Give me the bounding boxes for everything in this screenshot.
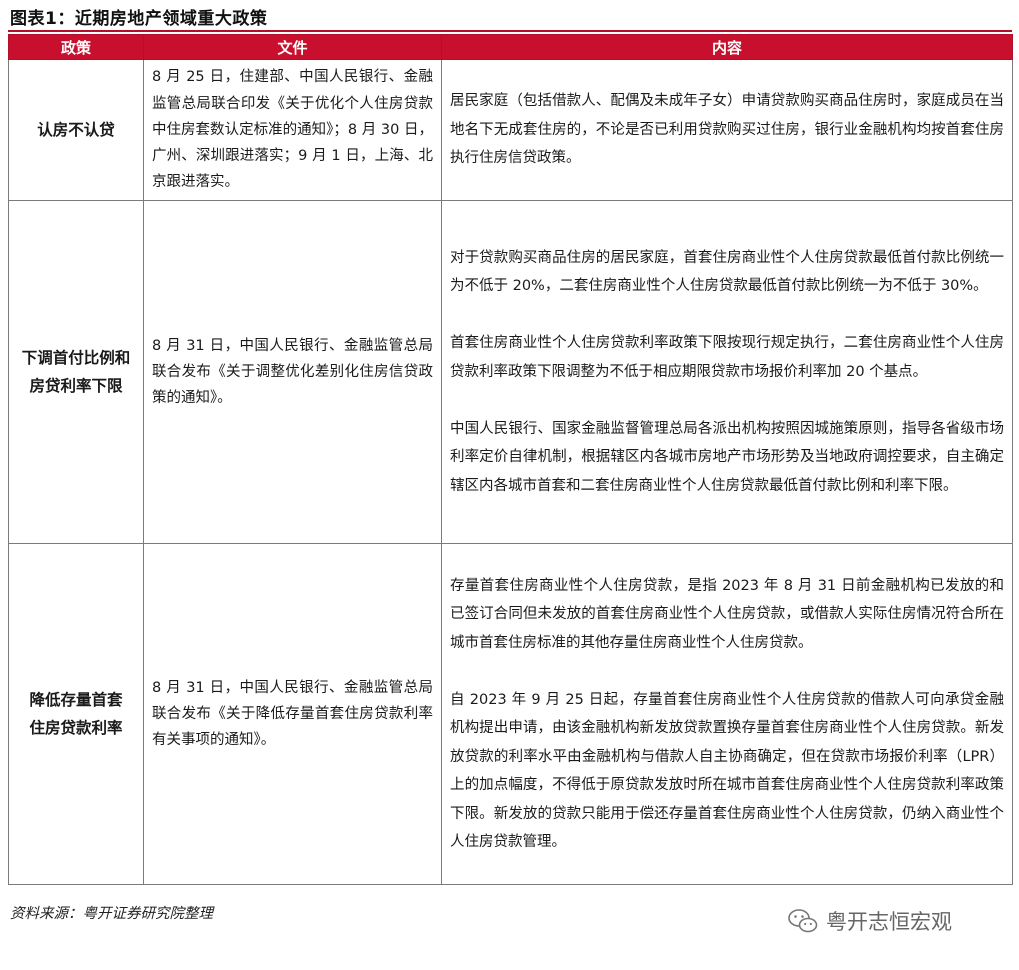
table-row: 下调首付比例和房贷利率下限 8 月 31 日，中国人民银行、金融监管总局联合发布…	[8, 200, 1013, 544]
policy-label: 下调首付比例和房贷利率下限	[21, 349, 131, 395]
header-document: 文件	[143, 34, 442, 60]
watermark: 粤开志恒宏观	[788, 906, 952, 936]
document-cell: 8 月 31 日，中国人民银行、金融监管总局联合发布《关于降低存量首套住房贷款利…	[143, 543, 442, 885]
content-paragraph: 对于贷款购买商品住房的居民家庭，首套住房商业性个人住房贷款最低首付款比例统一为不…	[450, 249, 1004, 295]
policy-cell: 降低存量首套住房贷款利率	[8, 543, 144, 885]
content-paragraph: 存量首套住房商业性个人住房贷款，是指 2023 年 8 月 31 日前金融机构已…	[450, 577, 1004, 651]
content-paragraph: 自 2023 年 9 月 25 日起，存量首套住房商业性个人住房贷款的借款人可向…	[450, 691, 1004, 851]
watermark-text: 粤开志恒宏观	[826, 910, 952, 934]
table-row: 降低存量首套住房贷款利率 8 月 31 日，中国人民银行、金融监管总局联合发布《…	[8, 543, 1013, 885]
content-paragraph: 居民家庭（包括借款人、配偶及未成年子女）申请贷款购买商品住房时，家庭成员在当地名…	[450, 93, 1004, 167]
document-cell: 8 月 31 日，中国人民银行、金融监管总局联合发布《关于调整优化差别化住房信贷…	[143, 200, 442, 544]
wechat-icon	[788, 909, 818, 933]
table-row: 认房不认贷 8 月 25 日，住建部、中国人民银行、金融监管总局联合印发《关于优…	[8, 59, 1013, 201]
content-cell: 存量首套住房商业性个人住房贷款，是指 2023 年 8 月 31 日前金融机构已…	[441, 543, 1013, 885]
document-cell: 8 月 25 日，住建部、中国人民银行、金融监管总局联合印发《关于优化个人住房贷…	[143, 59, 442, 201]
figure-title: 图表1：近期房地产领域重大政策	[10, 9, 268, 29]
content-paragraph: 首套住房商业性个人住房贷款利率政策下限按现行规定执行，二套住房商业性个人住房贷款…	[450, 335, 1004, 380]
content-cell: 居民家庭（包括借款人、配偶及未成年子女）申请贷款购买商品住房时，家庭成员在当地名…	[441, 59, 1013, 201]
header-content: 内容	[441, 34, 1013, 60]
policy-table: 政策 文件 内容 认房不认贷 8 月 25 日，住建部、中国人民银行、金融监管总…	[8, 34, 1013, 885]
content-paragraph: 中国人民银行、国家金融监督管理总局各派出机构按照因城施策原则，指导各省级市场利率…	[450, 420, 1004, 494]
source-note: 资料来源：粤开证券研究院整理	[10, 906, 213, 922]
policy-label: 降低存量首套住房贷款利率	[29, 691, 123, 737]
table-header-row: 政策 文件 内容	[8, 34, 1013, 60]
policy-cell: 下调首付比例和房贷利率下限	[8, 200, 144, 544]
title-rule	[8, 30, 1012, 32]
header-policy: 政策	[8, 34, 144, 60]
content-cell: 对于贷款购买商品住房的居民家庭，首套住房商业性个人住房贷款最低首付款比例统一为不…	[441, 200, 1013, 544]
policy-cell: 认房不认贷	[8, 59, 144, 201]
